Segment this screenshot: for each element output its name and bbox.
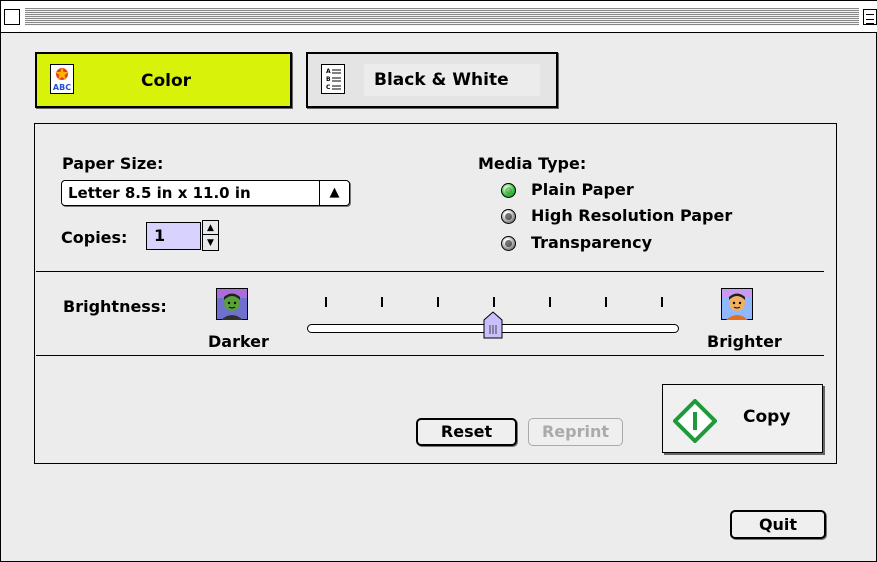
- color-text-icon: ABC: [50, 64, 74, 94]
- slider-tick: [549, 297, 551, 307]
- copies-label: Copies:: [61, 228, 128, 247]
- stepper-up-icon[interactable]: ▲: [203, 221, 218, 235]
- title-bar[interactable]: [1, 1, 877, 33]
- brightness-label: Brightness:: [63, 297, 167, 316]
- stepper-down-icon[interactable]: ▼: [203, 236, 218, 250]
- select-arrows-icon: ▲︎: [319, 181, 349, 205]
- title-bar-stripes: [25, 8, 859, 26]
- copy-button-label: Copy: [743, 407, 791, 427]
- copies-stepper[interactable]: ▲ ▼: [202, 220, 219, 251]
- slider-tick: [605, 297, 607, 307]
- radio-transparency[interactable]: [501, 236, 516, 251]
- section-divider: [36, 271, 824, 272]
- slider-tick: [493, 297, 495, 307]
- darker-label: Darker: [208, 332, 269, 351]
- media-type-label: Media Type:: [478, 154, 587, 173]
- media-option-label[interactable]: Plain Paper: [531, 180, 634, 199]
- brightness-slider-thumb[interactable]: [483, 311, 503, 339]
- copies-value: 1: [154, 226, 166, 245]
- paper-size-select[interactable]: Letter 8.5 in x 11.0 in ▲︎: [61, 180, 350, 206]
- copies-input[interactable]: 1: [146, 222, 201, 250]
- bw-mode-label: Black & White: [374, 70, 509, 90]
- svg-text:A: A: [326, 68, 331, 75]
- radio-plain-paper[interactable]: [501, 183, 516, 198]
- section-divider: [36, 355, 824, 356]
- copy-button[interactable]: Copy: [662, 384, 823, 453]
- paper-size-label: Paper Size:: [62, 154, 164, 173]
- bw-mode-label-area: Black & White: [364, 64, 540, 96]
- darker-face-icon: [216, 288, 248, 320]
- reprint-button[interactable]: Reprint: [528, 418, 623, 446]
- quit-button[interactable]: Quit: [730, 510, 826, 539]
- media-option-label[interactable]: High Resolution Paper: [531, 206, 732, 225]
- slider-tick: [325, 297, 327, 307]
- collapse-box[interactable]: [863, 9, 877, 25]
- brighter-label: Brighter: [707, 332, 782, 351]
- copy-start-icon: [673, 399, 717, 443]
- slider-tick: [437, 297, 439, 307]
- close-box[interactable]: [4, 9, 20, 25]
- slider-tick: [381, 297, 383, 307]
- radio-high-resolution-paper[interactable]: [501, 209, 516, 224]
- color-mode-button[interactable]: ABC Color: [35, 52, 292, 108]
- svg-text:ABC: ABC: [53, 83, 71, 92]
- color-mode-label: Color: [141, 71, 192, 91]
- reset-button[interactable]: Reset: [416, 418, 517, 446]
- slider-tick: [661, 297, 663, 307]
- black-white-mode-button[interactable]: A B C Black & White: [306, 52, 558, 108]
- bw-document-icon: A B C: [321, 64, 345, 94]
- paper-size-value: Letter 8.5 in x 11.0 in: [68, 184, 251, 202]
- media-option-label[interactable]: Transparency: [531, 233, 652, 252]
- svg-text:B: B: [326, 76, 331, 83]
- copier-window: ABC Color A B C Black & White Paper Size…: [0, 0, 877, 562]
- svg-text:C: C: [326, 84, 331, 91]
- brighter-face-icon: [721, 288, 753, 320]
